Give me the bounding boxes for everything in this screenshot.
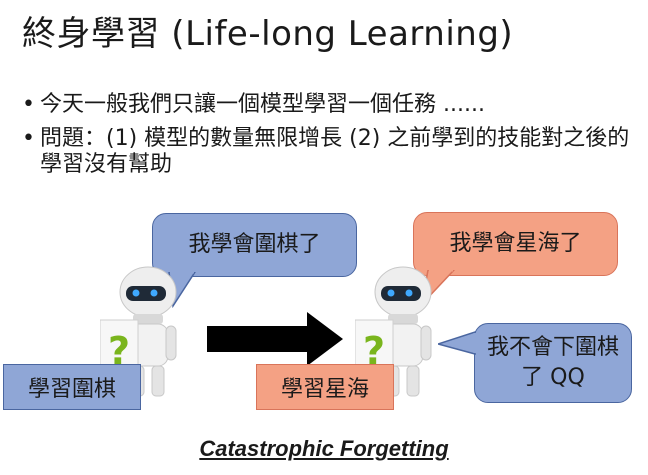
robot1-speech-text: 我學會圍棋了: [188, 232, 321, 257]
bullet-dot: •: [22, 126, 35, 151]
robot2-task-label: 學習星海: [256, 364, 394, 410]
robot1-task-label: 學習圍棋: [3, 364, 141, 410]
bullet-list: • 今天一般我們只讓一個模型學習一個任務 ...... • 問題：(1) 模型的…: [22, 92, 632, 186]
robot2-speech-bubble-right: 我不會下圍棋了 QQ: [474, 323, 632, 403]
bullet-text: 問題：(1) 模型的數量無限增長 (2) 之前學到的技能對之後的學習沒有幫助: [40, 126, 630, 177]
robot1-task-text: 學習圍棋: [27, 377, 116, 402]
robot2-speech-text-top: 我學會星海了: [449, 231, 582, 256]
bullet-text: 今天一般我們只讓一個模型學習一個任務 ......: [40, 92, 485, 117]
robot2-speech-bubble-top: 我學會星海了: [413, 212, 618, 276]
robot2-speech-text-right: 我不會下圍棋了 QQ: [486, 335, 619, 390]
bullet-item: • 問題：(1) 模型的數量無限增長 (2) 之前學到的技能對之後的學習沒有幫助: [22, 126, 632, 178]
bullet-item: • 今天一般我們只讓一個模型學習一個任務 ......: [22, 92, 632, 118]
page-title: 終身學習 (Life-long Learning): [22, 14, 514, 54]
arrow-right-icon: [207, 312, 343, 366]
footer-caption: Catastrophic Forgetting: [199, 436, 449, 461]
robot2-bubble-tail-right: [438, 330, 477, 355]
bullet-dot: •: [22, 92, 35, 117]
robot1-speech-bubble: 我學會圍棋了: [152, 213, 357, 277]
robot2-task-text: 學習星海: [280, 377, 369, 402]
